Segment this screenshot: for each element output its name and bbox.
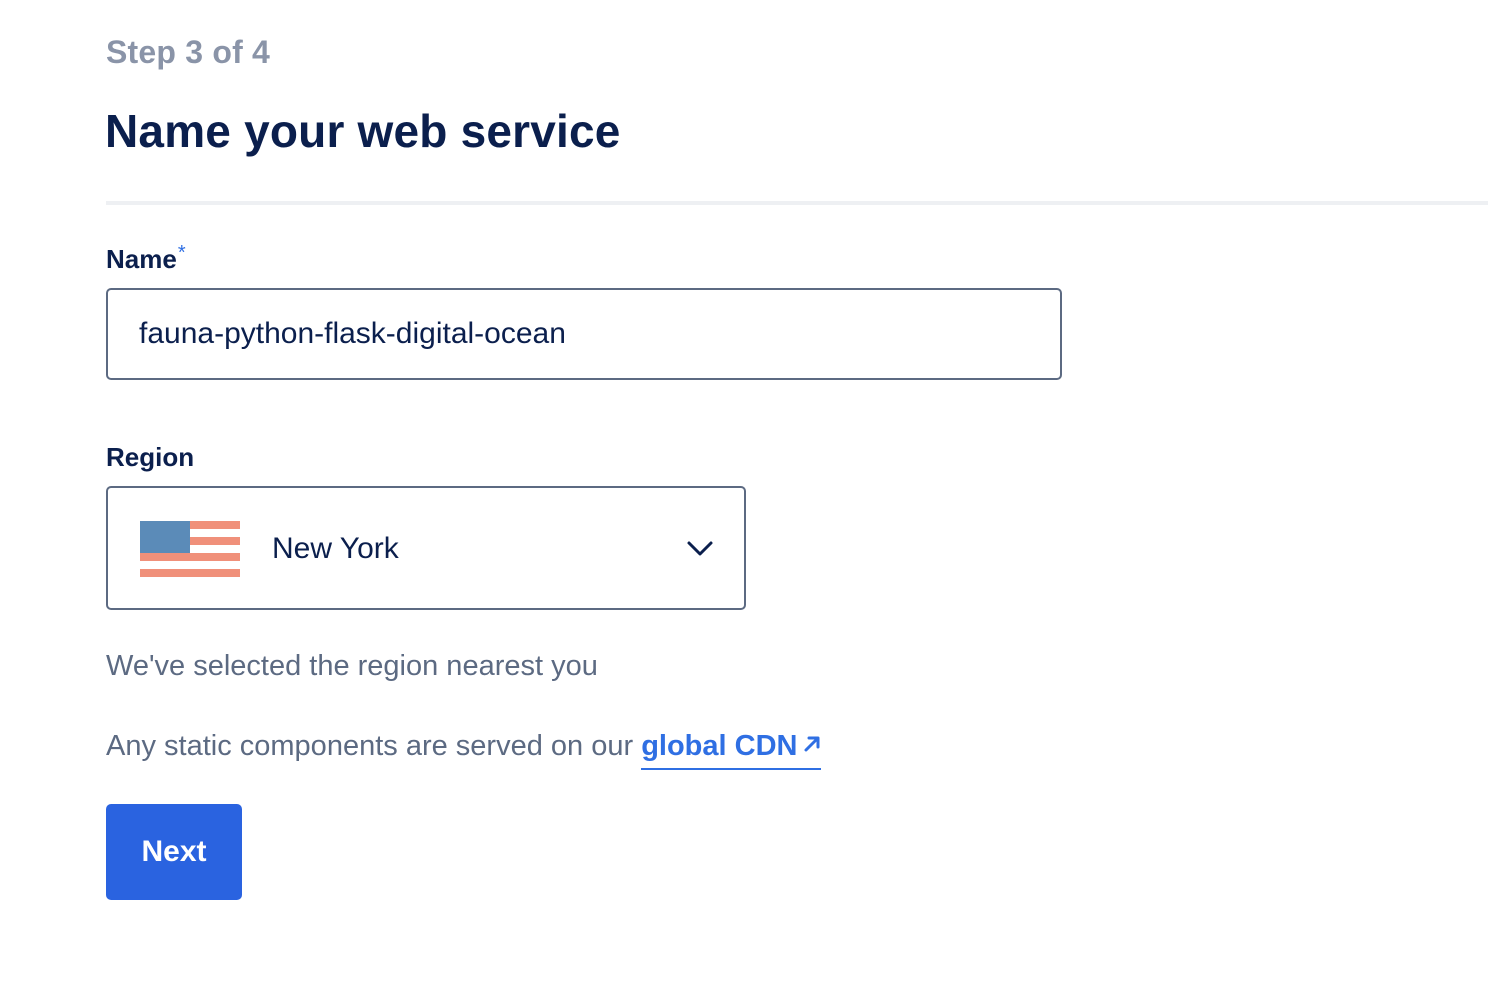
region-label: Region bbox=[106, 442, 195, 472]
create-web-service-step: Step 3 of 4 Name your web service Name* … bbox=[0, 0, 1488, 988]
cdn-hint-text: Any static components are served on our bbox=[106, 730, 634, 762]
next-button[interactable]: Next bbox=[106, 804, 242, 900]
divider bbox=[106, 201, 1488, 205]
external-arrow-icon bbox=[804, 736, 820, 752]
region-hint: We've selected the region nearest you bbox=[106, 650, 598, 682]
name-label-text: Name bbox=[106, 244, 177, 274]
us-flag-icon bbox=[140, 521, 240, 577]
name-input[interactable] bbox=[106, 288, 1062, 380]
region-select[interactable]: New York bbox=[106, 486, 746, 610]
chevron-down-icon bbox=[687, 541, 713, 556]
global-cdn-link-text: global CDN bbox=[641, 730, 798, 762]
global-cdn-link[interactable]: global CDN bbox=[641, 730, 822, 770]
region-selected-value: New York bbox=[272, 532, 399, 565]
cdn-hint: Any static components are served on our … bbox=[106, 730, 822, 770]
name-label: Name* bbox=[106, 242, 186, 275]
required-marker: * bbox=[177, 242, 186, 264]
page-title: Name your web service bbox=[105, 105, 621, 157]
step-indicator: Step 3 of 4 bbox=[106, 34, 271, 70]
